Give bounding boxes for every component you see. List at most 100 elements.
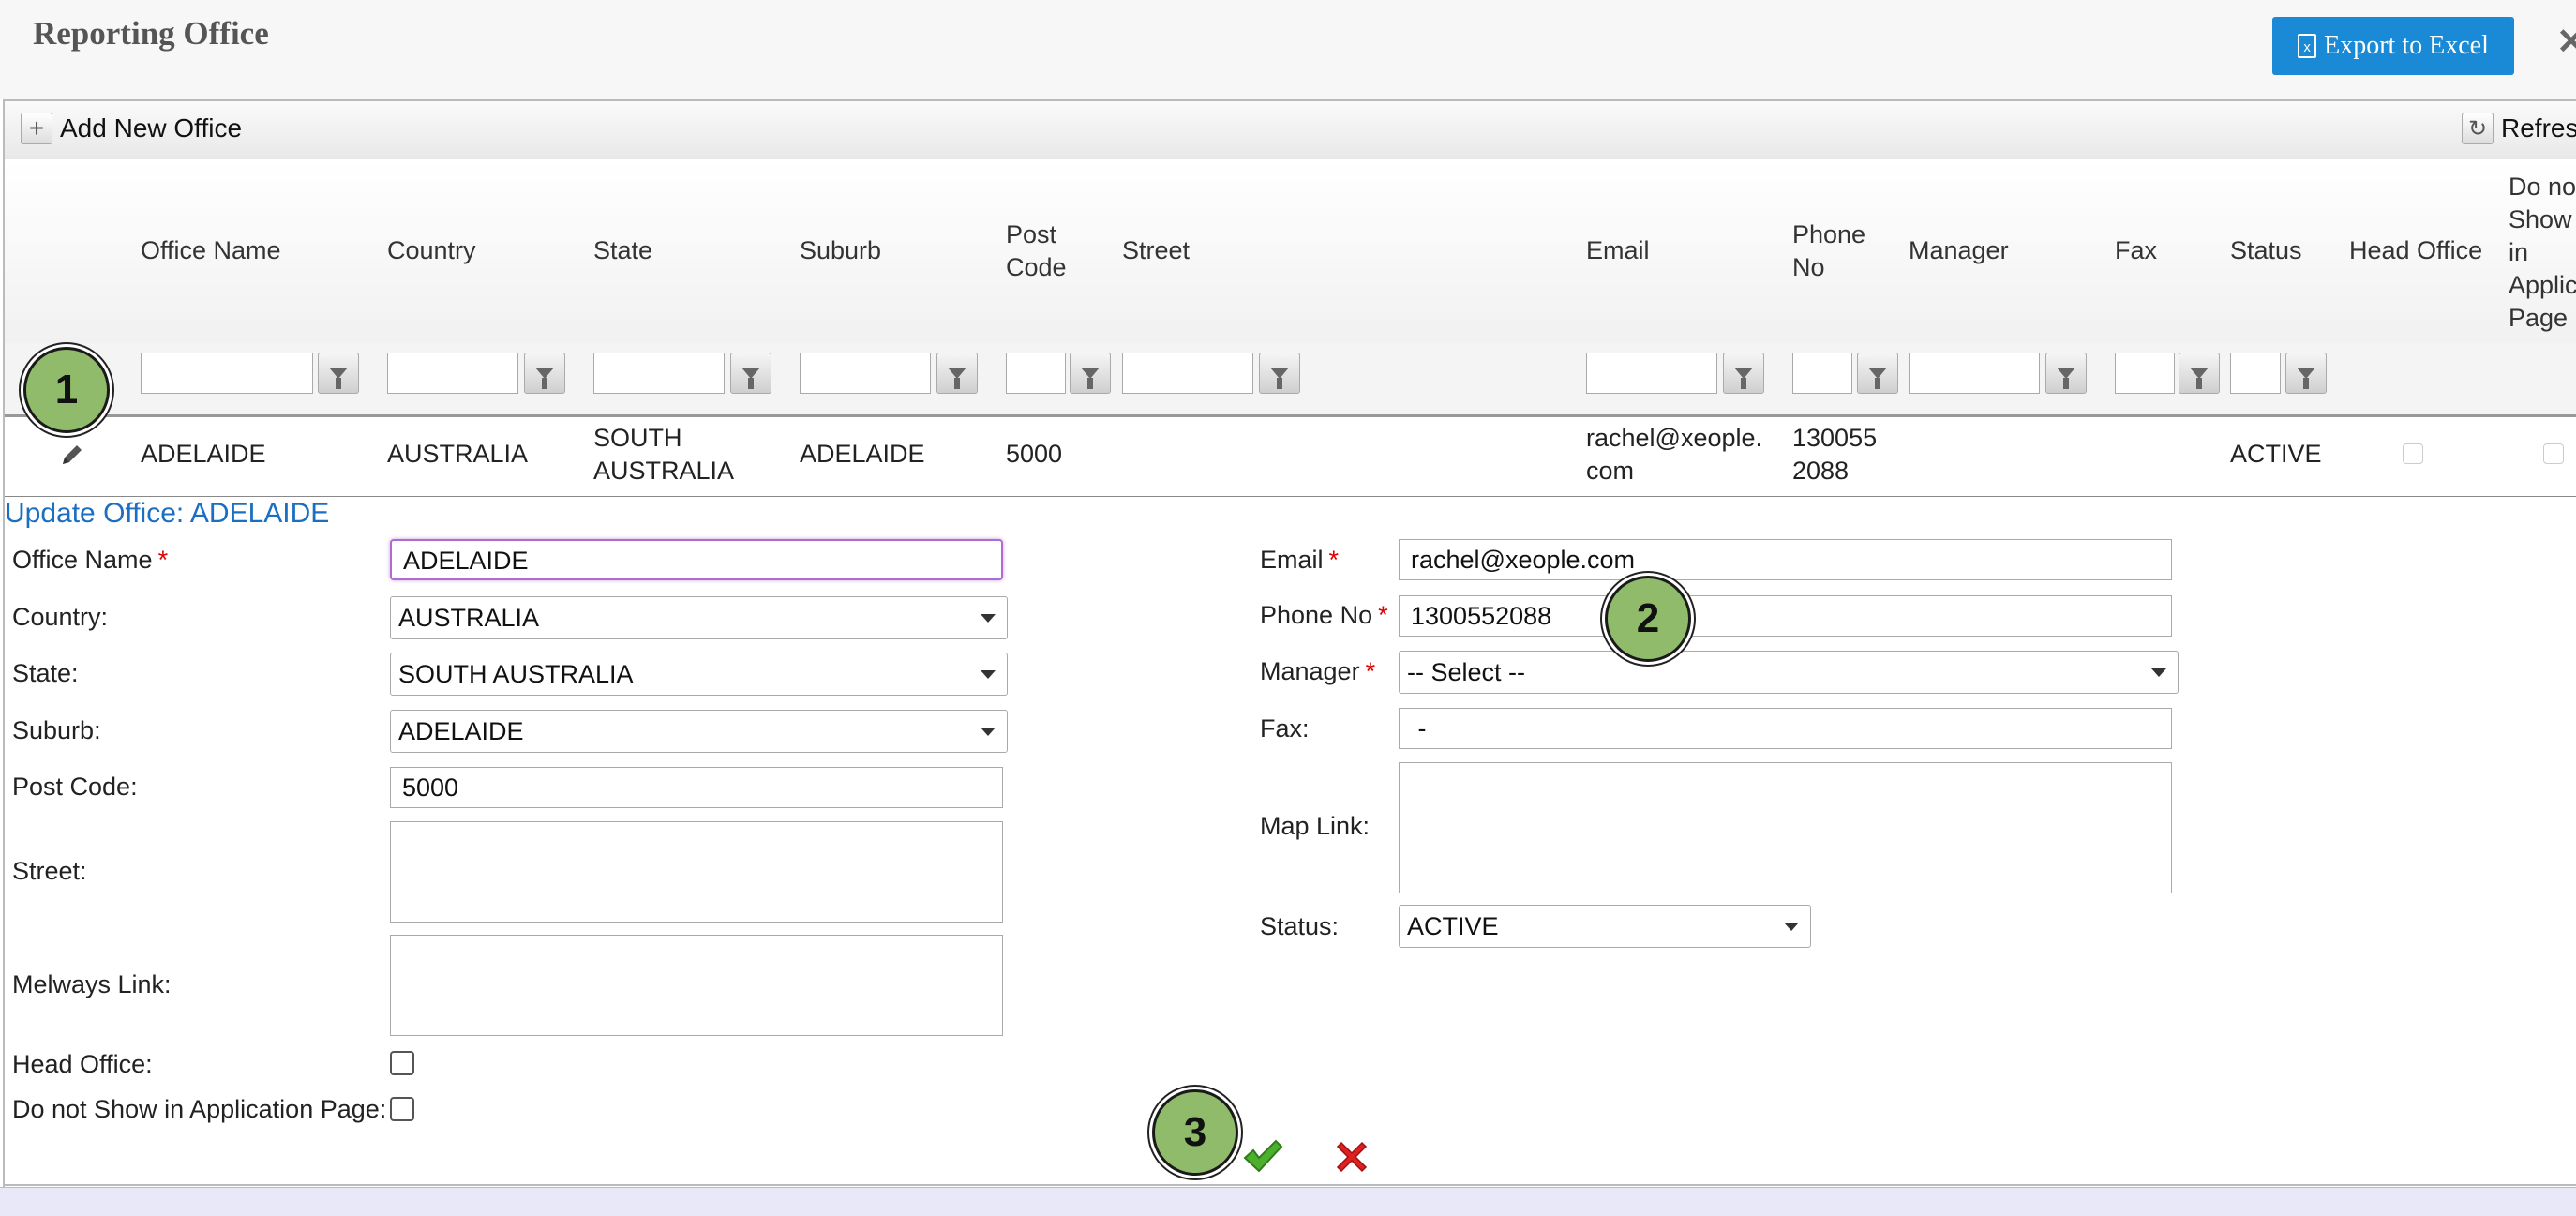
refresh-button[interactable]: ↻ Refres bbox=[2462, 113, 2576, 144]
col-header-country[interactable]: Country bbox=[387, 234, 476, 267]
filter-input-post-code[interactable] bbox=[1006, 353, 1066, 394]
cell-phone-line1: 130055 bbox=[1792, 424, 1878, 452]
filter-button-email[interactable] bbox=[1723, 353, 1764, 394]
required-mark: * bbox=[1365, 657, 1376, 685]
pencil-icon[interactable] bbox=[59, 442, 85, 468]
col-header-status[interactable]: Status bbox=[2230, 234, 2302, 267]
refresh-icon: ↻ bbox=[2462, 113, 2494, 144]
manager-select[interactable]: -- Select -- bbox=[1399, 651, 2179, 694]
col-header-suburb[interactable]: Suburb bbox=[800, 234, 881, 267]
filter-input-email[interactable] bbox=[1586, 353, 1717, 394]
close-icon[interactable]: ✕ bbox=[2556, 21, 2576, 63]
label-email-text: Email bbox=[1260, 546, 1324, 574]
required-mark: * bbox=[1328, 546, 1340, 574]
state-select-value: SOUTH AUSTRALIA bbox=[398, 660, 634, 688]
label-phone: Phone No * bbox=[1260, 601, 1388, 630]
filter-input-suburb[interactable] bbox=[800, 353, 931, 394]
export-to-excel-button[interactable]: x Export to Excel bbox=[2272, 17, 2514, 75]
funnel-icon bbox=[1734, 368, 1753, 389]
map-link-textarea[interactable] bbox=[1399, 762, 2172, 893]
filter-button-fax[interactable] bbox=[2179, 353, 2220, 394]
manager-select-value: -- Select -- bbox=[1407, 658, 1526, 686]
cancel-x-icon[interactable] bbox=[1332, 1137, 1371, 1177]
office-name-input[interactable]: ADELAIDE bbox=[390, 539, 1003, 580]
col-header-post-code-line2: Code bbox=[1006, 253, 1067, 281]
save-checkmark-icon[interactable] bbox=[1242, 1137, 1283, 1175]
filter-button-manager[interactable] bbox=[2045, 353, 2087, 394]
label-manager-text: Manager bbox=[1260, 657, 1360, 685]
filter-input-manager[interactable] bbox=[1909, 353, 2040, 394]
col-header-office-name[interactable]: Office Name bbox=[141, 234, 281, 267]
col-header-email[interactable]: Email bbox=[1586, 234, 1650, 267]
filter-button-phone[interactable] bbox=[1857, 353, 1898, 394]
annotation-badge-2: 2 bbox=[1605, 576, 1691, 662]
country-select-value: AUSTRALIA bbox=[398, 604, 540, 632]
filter-input-status[interactable] bbox=[2230, 353, 2281, 394]
label-do-not-show: Do not Show in Application Page: bbox=[12, 1095, 387, 1123]
refresh-label: Refres bbox=[2501, 113, 2576, 143]
label-fax: Fax: bbox=[1260, 714, 1310, 743]
filter-input-state[interactable] bbox=[593, 353, 725, 394]
country-select[interactable]: AUSTRALIA bbox=[390, 596, 1008, 639]
status-select[interactable]: ACTIVE bbox=[1399, 905, 1811, 948]
filter-button-status[interactable] bbox=[2285, 353, 2327, 394]
cell-state-line1: SOUTH bbox=[593, 424, 682, 452]
cell-email: rachel@xeople. com bbox=[1586, 422, 1762, 488]
filter-input-street[interactable] bbox=[1122, 353, 1253, 394]
col-header-dns-line2: Show bbox=[2509, 205, 2572, 233]
col-header-phone[interactable]: Phone No bbox=[1792, 218, 1865, 284]
filter-button-post-code[interactable] bbox=[1070, 353, 1111, 394]
fax-input[interactable]: - bbox=[1399, 708, 2172, 749]
filter-input-fax[interactable] bbox=[2115, 353, 2175, 394]
col-header-manager[interactable]: Manager bbox=[1909, 234, 2009, 267]
state-select[interactable]: SOUTH AUSTRALIA bbox=[390, 653, 1008, 696]
filter-input-office-name[interactable] bbox=[141, 353, 313, 394]
col-header-phone-line2: No bbox=[1792, 253, 1825, 281]
add-new-office-label: Add New Office bbox=[60, 113, 243, 143]
cell-suburb: ADELAIDE bbox=[800, 440, 925, 468]
filter-button-suburb[interactable] bbox=[936, 353, 978, 394]
form-title: Update Office: ADELAIDE bbox=[5, 498, 330, 529]
add-new-office-button[interactable]: + Add New Office bbox=[21, 113, 242, 144]
col-header-do-not-show[interactable]: Do no Show in Applic Page bbox=[2509, 171, 2576, 335]
funnel-icon bbox=[535, 368, 554, 389]
label-phone-text: Phone No bbox=[1260, 601, 1373, 629]
cell-phone: 130055 2088 bbox=[1792, 422, 1877, 488]
filter-button-country[interactable] bbox=[524, 353, 565, 394]
filter-button-street[interactable] bbox=[1259, 353, 1300, 394]
col-header-post-code[interactable]: Post Code bbox=[1006, 218, 1067, 284]
cell-phone-line2: 2088 bbox=[1792, 457, 1850, 485]
funnel-icon bbox=[1081, 368, 1100, 389]
col-header-head-office[interactable]: Head Office bbox=[2349, 234, 2482, 267]
chevron-down-icon bbox=[2151, 668, 2166, 677]
cell-head-office-checkbox bbox=[2403, 443, 2423, 464]
melways-link-textarea[interactable] bbox=[390, 935, 1003, 1036]
funnel-icon bbox=[2057, 368, 2075, 389]
label-melways-link: Melways Link: bbox=[12, 970, 172, 998]
head-office-checkbox[interactable] bbox=[390, 1051, 414, 1075]
street-textarea[interactable] bbox=[390, 821, 1003, 923]
col-header-fax[interactable]: Fax bbox=[2115, 234, 2157, 267]
filter-button-office-name[interactable] bbox=[318, 353, 359, 394]
page-title: Reporting Office bbox=[33, 15, 269, 52]
label-state: State: bbox=[12, 659, 79, 687]
phone-input[interactable]: 1300552088 bbox=[1399, 595, 2172, 637]
chevron-down-icon bbox=[1784, 923, 1799, 931]
table-row[interactable]: ADELAIDE AUSTRALIA SOUTH AUSTRALIA ADELA… bbox=[5, 417, 2576, 497]
filter-input-country[interactable] bbox=[387, 353, 518, 394]
col-header-state[interactable]: State bbox=[593, 234, 652, 267]
funnel-icon bbox=[2190, 368, 2209, 389]
col-header-dns-line3: in bbox=[2509, 238, 2529, 266]
filter-input-phone[interactable] bbox=[1792, 353, 1852, 394]
filter-button-state[interactable] bbox=[730, 353, 771, 394]
cell-state: SOUTH AUSTRALIA bbox=[593, 422, 734, 488]
label-office-name-text: Office Name bbox=[12, 546, 153, 574]
col-header-dns-line4: Applic bbox=[2509, 271, 2576, 299]
suburb-select[interactable]: ADELAIDE bbox=[390, 710, 1008, 753]
label-status: Status: bbox=[1260, 912, 1340, 940]
email-input[interactable]: rachel@xeople.com bbox=[1399, 539, 2172, 580]
cell-post-code: 5000 bbox=[1006, 440, 1063, 468]
post-code-input[interactable]: 5000 bbox=[390, 767, 1003, 808]
col-header-street[interactable]: Street bbox=[1122, 234, 1190, 267]
do-not-show-checkbox[interactable] bbox=[390, 1097, 414, 1121]
